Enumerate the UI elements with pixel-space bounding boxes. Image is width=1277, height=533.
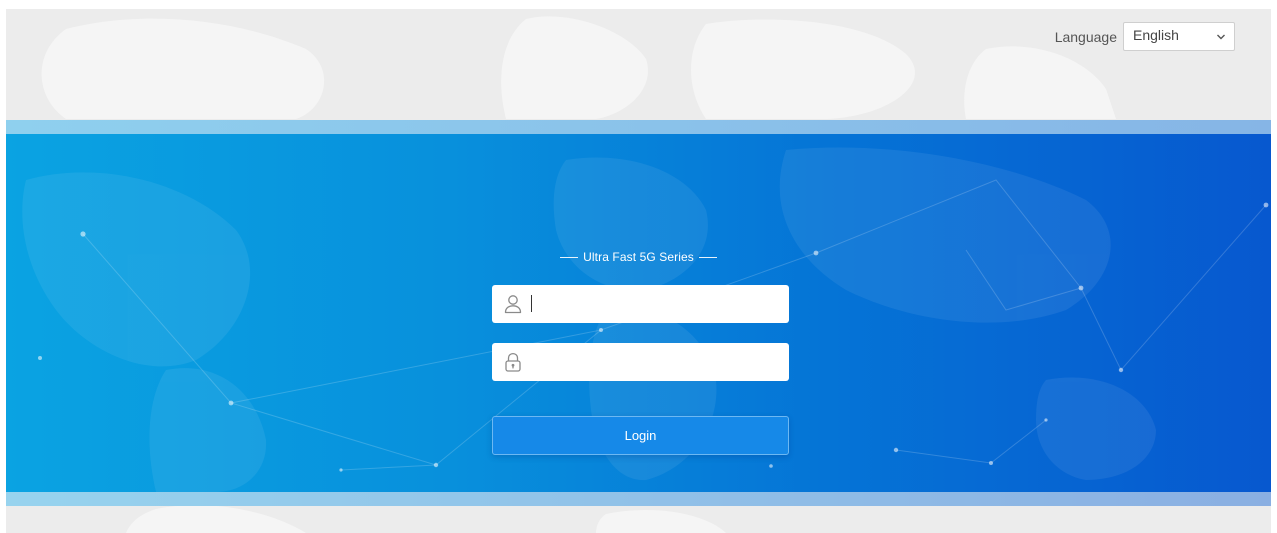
title-left-rule — [560, 256, 579, 258]
language-selector-area: Language English — [1055, 22, 1235, 51]
chevron-down-icon — [1217, 34, 1225, 40]
user-icon — [504, 295, 522, 314]
language-select[interactable]: English — [1123, 22, 1235, 51]
login-button[interactable]: Login — [492, 416, 789, 455]
username-field[interactable] — [492, 285, 789, 323]
password-input[interactable] — [524, 343, 789, 381]
login-page: Language English Ultra Fast 5G Series Lo… — [6, 9, 1271, 533]
password-field[interactable] — [492, 343, 789, 381]
username-input[interactable] — [524, 285, 789, 323]
text-caret — [531, 295, 532, 312]
series-title-text: Ultra Fast 5G Series — [583, 250, 694, 264]
title-right-rule — [698, 256, 717, 258]
language-selected-value: English — [1133, 27, 1179, 43]
lock-icon — [505, 352, 521, 372]
language-label: Language — [1054, 28, 1117, 45]
login-banner: Ultra Fast 5G Series Login — [6, 120, 1271, 506]
series-title: Ultra Fast 5G Series — [6, 250, 1271, 264]
